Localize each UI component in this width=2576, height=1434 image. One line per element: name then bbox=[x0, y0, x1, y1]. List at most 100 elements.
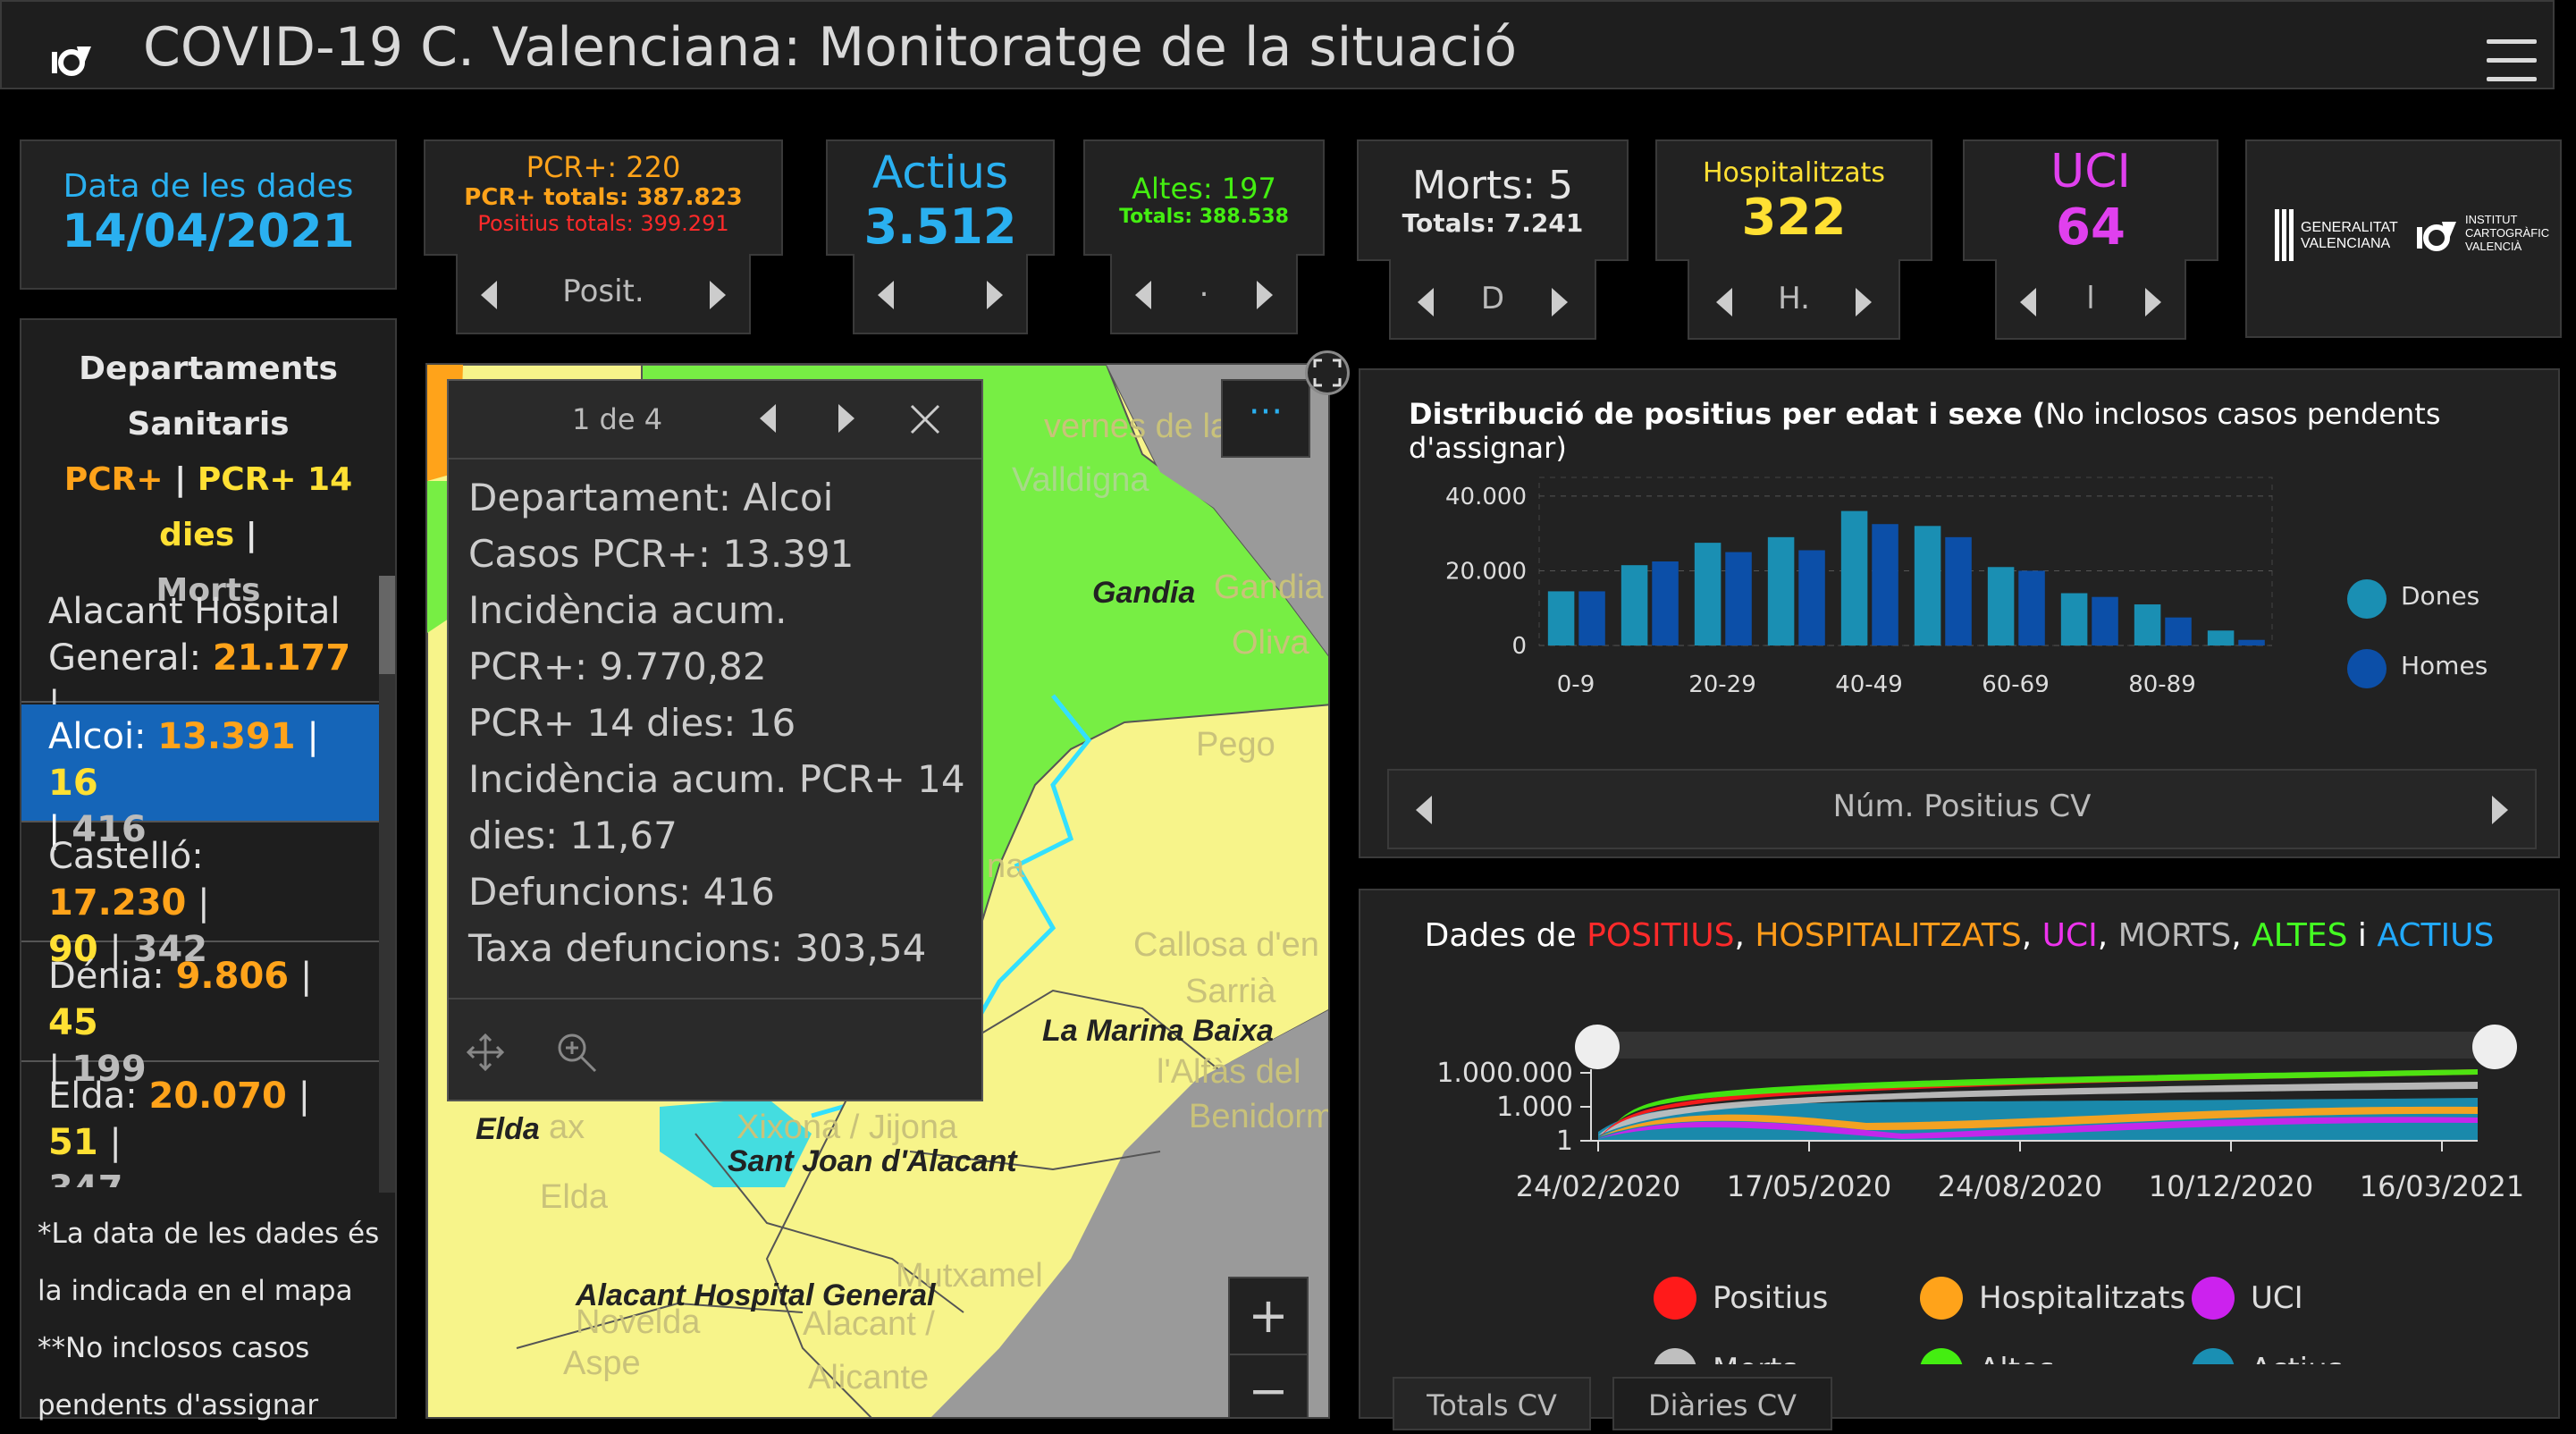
bar-homes bbox=[1872, 524, 1898, 645]
expand-icon[interactable] bbox=[1305, 350, 1350, 395]
bar-dones bbox=[2207, 630, 2235, 645]
popup-line: dies: 11,67 bbox=[468, 814, 678, 857]
list-item-alacant[interactable]: Alacant Hospital General: 21.177 | 114 |… bbox=[21, 579, 379, 772]
zoom-in-button[interactable]: + bbox=[1230, 1278, 1307, 1355]
zoom-out-button[interactable]: − bbox=[1230, 1355, 1307, 1417]
bar-dones bbox=[1694, 543, 1722, 645]
dept-name: General: bbox=[48, 637, 202, 679]
tab-totals[interactable]: Totals CV bbox=[1393, 1377, 1591, 1430]
date-value: 14/04/2021 bbox=[62, 205, 355, 258]
map-label-sant-joan: Sant Joan d'Alacant bbox=[728, 1144, 1017, 1178]
hosp-next-arrow-icon[interactable] bbox=[1856, 288, 1872, 316]
title-part: ACTIUS bbox=[2377, 917, 2495, 954]
hamburger-menu-icon[interactable] bbox=[2487, 39, 2537, 82]
legend-uci-icon[interactable] bbox=[2192, 1277, 2235, 1320]
pan-icon[interactable] bbox=[467, 1033, 504, 1071]
map-label-alicante: Alicante bbox=[808, 1359, 930, 1396]
positius-total: Positius totals: 399.291 bbox=[477, 211, 729, 236]
legend-sep: | bbox=[245, 517, 257, 553]
legend-altes[interactable]: Altes bbox=[1979, 1352, 2055, 1364]
popup-line: Taxa defuncions: 303,54 bbox=[468, 926, 927, 970]
dept-sep: | bbox=[109, 1122, 122, 1163]
dept-sep: | bbox=[298, 1076, 311, 1117]
legend-altes-icon[interactable] bbox=[1920, 1348, 1963, 1364]
list-item-denia[interactable]: Dénia: 9.806 | 45 | 199 bbox=[21, 944, 379, 1090]
zoom-to-icon[interactable] bbox=[556, 1032, 599, 1075]
legend-hospitalitzats-icon[interactable] bbox=[1920, 1277, 1963, 1320]
note-line: *La data de les dades és bbox=[38, 1218, 380, 1250]
map-label-gandia: Gandia bbox=[1092, 576, 1196, 610]
legend-uci[interactable]: UCI bbox=[2251, 1280, 2303, 1316]
y-tick-label: 1.000 bbox=[1496, 1092, 1573, 1123]
map-label-aspe: Aspe bbox=[563, 1345, 641, 1382]
legend-sep: | bbox=[174, 461, 187, 498]
sidebar-title-line2: Sanitaris bbox=[127, 406, 290, 443]
morts-next-arrow-icon[interactable] bbox=[1552, 288, 1568, 316]
title-part: , bbox=[2231, 917, 2252, 954]
expand-arrows-icon bbox=[1313, 358, 1342, 387]
map-label-oliva: Oliva bbox=[1232, 624, 1309, 662]
y-tick-label: 1 bbox=[1556, 1126, 1573, 1157]
popup-prev-icon[interactable] bbox=[760, 404, 776, 433]
altes-daily: Altes: 197 bbox=[1132, 172, 1276, 206]
icv-line1: INSTITUT bbox=[2465, 213, 2518, 226]
title-part: i bbox=[2347, 917, 2378, 954]
title-part: MORTS bbox=[2117, 917, 2232, 954]
map-label-elda-faint: Elda bbox=[540, 1178, 609, 1216]
legend-positius-icon[interactable] bbox=[1654, 1277, 1696, 1320]
x-tick-label: 17/05/2020 bbox=[1727, 1169, 1891, 1203]
legend-positius[interactable]: Positius bbox=[1713, 1280, 1828, 1316]
pcr-next-arrow-icon[interactable] bbox=[710, 281, 726, 309]
popup-line: Incidència acum. bbox=[468, 588, 787, 632]
title-part: POSITIUS bbox=[1587, 917, 1735, 954]
legend-hospitalitzats[interactable]: Hospitalitzats bbox=[1979, 1280, 2185, 1316]
popup-header: 1 de 4 bbox=[449, 381, 981, 460]
dept-pcr: 21.177 bbox=[212, 637, 351, 679]
map-label-marina-baixa: La Marina Baixa bbox=[1042, 1014, 1274, 1048]
dept-pcr: 13.391 bbox=[157, 716, 296, 757]
title-part: , bbox=[1734, 917, 1755, 954]
map-label-ax: ax bbox=[549, 1109, 585, 1146]
title-part: ALTES bbox=[2252, 917, 2348, 954]
dept-name: Castelló: bbox=[48, 836, 204, 877]
bar-homes bbox=[2092, 596, 2118, 645]
popup-next-icon[interactable] bbox=[838, 404, 854, 433]
uci-next-arrow-icon[interactable] bbox=[2145, 288, 2161, 316]
altes-next-arrow-icon[interactable] bbox=[1257, 281, 1273, 309]
map-label-xixona: Xixona / Jijona bbox=[737, 1109, 958, 1146]
bar-homes bbox=[1798, 550, 1825, 645]
note-line: **No inclosos casos bbox=[38, 1332, 310, 1364]
list-item-alcoi[interactable]: Alcoi: 13.391 | 16 | 416 bbox=[21, 704, 379, 850]
dept-name: Elda: bbox=[48, 1076, 138, 1117]
map-label-na: na bbox=[987, 848, 1025, 885]
dept-pcr14: 45 bbox=[48, 1002, 98, 1043]
bar-homes bbox=[1578, 591, 1605, 645]
legend-morts[interactable]: Morts bbox=[1713, 1352, 1797, 1364]
gv-text: GENERALITAT VALENCIANA bbox=[2301, 220, 2398, 252]
altes-total: Totals: 388.538 bbox=[1119, 206, 1289, 228]
close-icon[interactable] bbox=[908, 402, 942, 436]
legend-actius-icon[interactable] bbox=[2192, 1348, 2235, 1364]
tab-diaries[interactable]: Diàries CV bbox=[1612, 1377, 1832, 1430]
brand-logos: GENERALITAT VALENCIANA INSTITUT CARTOGRÀ… bbox=[2245, 139, 2562, 338]
map-options-button[interactable]: ··· bbox=[1221, 379, 1310, 458]
age-next-arrow-icon[interactable] bbox=[2492, 796, 2508, 824]
age-chart-title: Distribució de positius per edat i sexe … bbox=[1409, 397, 2558, 465]
uci-label: UCI bbox=[2050, 145, 2131, 198]
list-item-elda[interactable]: Elda: 20.070 | 51 | 347 bbox=[21, 1064, 379, 1187]
list-item-castello[interactable]: Castelló: 17.230 | 90 | 342 bbox=[21, 824, 379, 970]
app-title: COVID-19 C. Valenciana: Monitoratge de l… bbox=[143, 16, 1518, 79]
range-slider-track[interactable] bbox=[1591, 1032, 2485, 1059]
map-label-sarria: Sarrià bbox=[1185, 973, 1276, 1010]
actius-next-arrow-icon[interactable] bbox=[987, 281, 1003, 309]
title-part: Dades de bbox=[1424, 917, 1587, 954]
legend-morts-icon[interactable] bbox=[1654, 1348, 1696, 1364]
sidebar-scrollbar[interactable] bbox=[379, 576, 395, 1193]
map-label-callosa: Callosa d'en bbox=[1133, 926, 1319, 964]
actius-prev-arrow-icon[interactable] bbox=[878, 281, 894, 309]
dept-sep: | bbox=[307, 716, 319, 757]
title-part: UCI bbox=[2041, 917, 2098, 954]
dept-pcr14: 51 bbox=[48, 1122, 98, 1163]
popup-pager: 1 de 4 bbox=[572, 402, 663, 436]
legend-actius[interactable]: Actius bbox=[2251, 1352, 2343, 1364]
